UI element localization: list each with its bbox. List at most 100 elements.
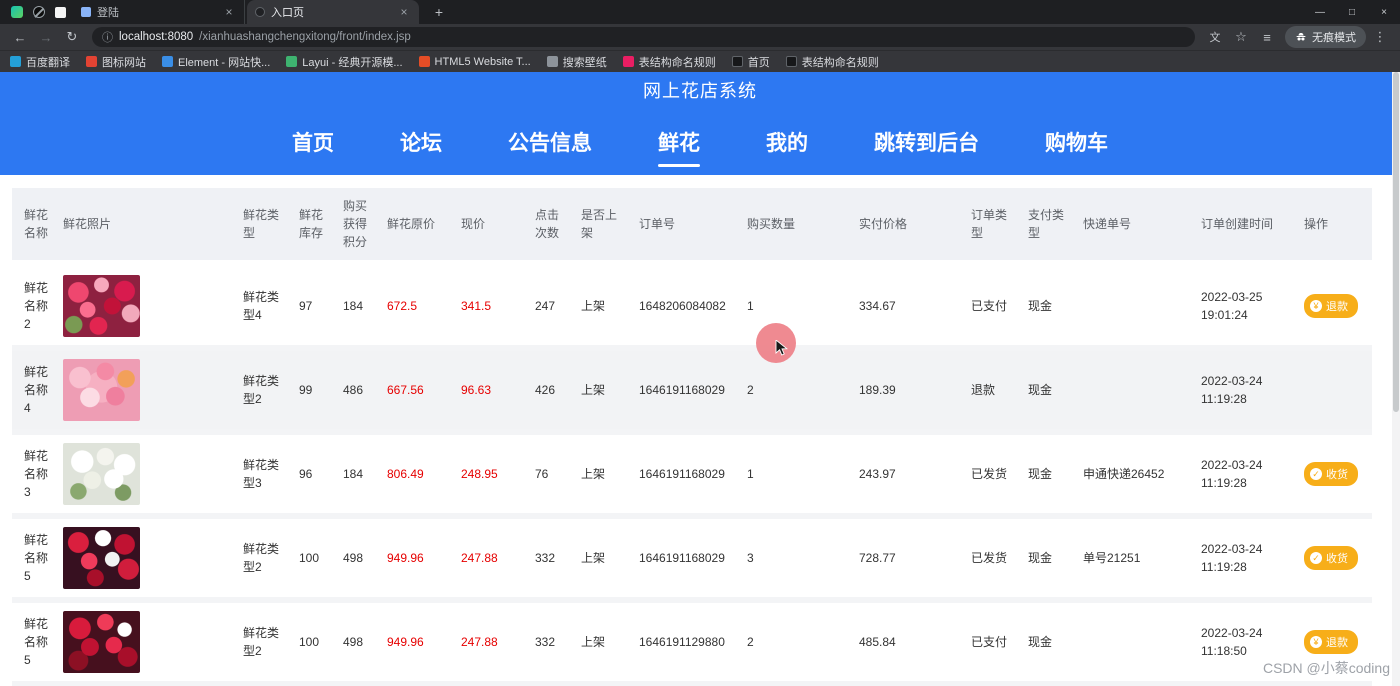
bookmark-favicon (731, 56, 743, 67)
column-header: 快递单号 (1077, 188, 1195, 267)
tab-favicon (81, 7, 91, 17)
bookmark-item[interactable]: 首页 (731, 54, 770, 70)
incognito-badge[interactable]: 无痕模式 (1285, 26, 1366, 48)
flower-photo (63, 611, 140, 673)
bookmark-favicon (286, 56, 298, 67)
flower-photo (63, 359, 140, 421)
type-cell: 鲜花类型2 (237, 600, 293, 686)
receive-button[interactable]: ✓ 收货 (1304, 462, 1358, 486)
nav-mine[interactable]: 我的 (766, 127, 808, 157)
bookmark-label: Element - 网站快... (178, 56, 271, 69)
orders-table-section: 鲜花名称 鲜花照片 鲜花类型 鲜花库存 购买获得积分 鲜花原价 现价 点击次数 … (0, 175, 1400, 686)
reload-button[interactable]: ↻ (60, 29, 84, 45)
bookmark-label: 图标网站 (102, 56, 146, 69)
maximize-button[interactable]: □ (1336, 7, 1368, 18)
nav-announcements[interactable]: 公告信息 (508, 127, 592, 157)
bookmark-item[interactable]: 表结构命名规则 (622, 54, 716, 70)
shelf-cell: 上架 (575, 432, 633, 519)
table-row: 鲜花名称4 鲜花类型2 99 486 667.56 96.63 426 上架 1… (12, 348, 1372, 435)
pinned-tab-icon-2[interactable] (55, 6, 66, 18)
name-cell: 鲜花名称3 (12, 432, 57, 519)
bookmark-label: 表结构命名规则 (638, 56, 716, 69)
order-no-cell: 1646191129880 (633, 600, 741, 686)
incognito-pinned-tab-icon[interactable] (33, 6, 45, 18)
page-scrollbar[interactable] (1392, 72, 1400, 686)
bookmark-item[interactable]: 表结构命名规则 (785, 54, 879, 70)
translate-icon[interactable]: 文 (1203, 29, 1227, 45)
mouse-cursor-indicator (756, 323, 796, 363)
minimize-button[interactable]: — (1304, 7, 1336, 18)
paid-price-cell: 728.77 (853, 516, 965, 603)
photo-cell (57, 600, 237, 686)
bookmark-favicon (418, 56, 430, 67)
quantity-cell: 2 (741, 348, 853, 435)
url-path: /xianhuashangchengxitong/front/index.jsp (199, 31, 411, 43)
tab-close-icon[interactable]: × (397, 5, 411, 19)
clicks-cell: 76 (529, 432, 575, 519)
flower-photo (63, 443, 140, 505)
yen-icon: ¥ (1310, 300, 1322, 312)
table-row: 鲜花名称3 鲜花类型3 96 184 806.49 248.95 76 上架 1… (12, 432, 1372, 519)
nav-cart[interactable]: 购物车 (1045, 127, 1108, 157)
column-header: 鲜花原价 (381, 188, 455, 267)
bookmark-favicon (785, 56, 797, 67)
close-window-button[interactable]: × (1368, 7, 1400, 18)
address-bar[interactable]: ⓘ localhost:8080/xianhuashangchengxitong… (92, 27, 1195, 47)
browser-tab-login[interactable]: 登陆 × (73, 0, 245, 24)
scrollbar-thumb[interactable] (1393, 72, 1399, 412)
tab-close-icon[interactable]: × (222, 5, 236, 19)
incognito-icon (1296, 33, 1306, 41)
nav-home[interactable]: 首页 (292, 127, 334, 157)
bookmark-item[interactable]: Element - 网站快... (162, 54, 270, 70)
order-no-cell: 1646191168029 (633, 432, 741, 519)
created-cell: 2022-03-24 11:19:28 (1195, 432, 1298, 519)
type-cell: 鲜花类型4 (237, 263, 293, 351)
bookmark-item[interactable]: HTML5 Website T... (418, 56, 531, 68)
current-price-cell: 96.63 (455, 348, 529, 435)
pay-type-cell: 现金 (1022, 432, 1077, 519)
button-label: 退款 (1326, 637, 1348, 649)
shelf-cell: 上架 (575, 600, 633, 686)
nav-flowers[interactable]: 鲜花 (658, 127, 700, 157)
column-header: 现价 (455, 188, 529, 267)
new-tab-button[interactable]: + (429, 4, 449, 20)
side-panel-icon[interactable]: ≡ (1255, 30, 1279, 45)
stock-cell: 97 (293, 263, 337, 351)
pinned-tab-icon[interactable] (11, 6, 23, 18)
express-cell (1077, 600, 1195, 686)
bookmark-item[interactable]: 图标网站 (86, 54, 146, 70)
points-cell: 486 (337, 348, 381, 435)
type-cell: 鲜花类型2 (237, 348, 293, 435)
bookmark-favicon (546, 56, 558, 67)
nav-forum[interactable]: 论坛 (400, 127, 442, 157)
button-label: 退款 (1326, 301, 1348, 313)
bookmark-item[interactable]: Layui - 经典开源模... (286, 54, 403, 70)
action-cell: ✓ 收货 (1298, 516, 1372, 603)
bookmark-item[interactable]: 搜索壁纸 (546, 54, 607, 70)
bookmark-item[interactable]: 百度翻译 (10, 54, 70, 70)
more-menu-icon[interactable]: ⋮ (1368, 29, 1392, 45)
bookmark-favicon (10, 56, 21, 67)
column-header: 鲜花名称 (12, 188, 57, 267)
name-cell: 鲜花名称4 (12, 348, 57, 435)
nav-admin-backend[interactable]: 跳转到后台 (874, 127, 979, 157)
order-type-cell: 已支付 (965, 600, 1022, 686)
refund-button[interactable]: ¥ 退款 (1304, 630, 1358, 654)
bookmark-star-icon[interactable]: ☆ (1229, 29, 1253, 45)
pay-type-cell: 现金 (1022, 600, 1077, 686)
column-header: 购买获得积分 (337, 188, 381, 267)
site-info-icon[interactable]: ⓘ (102, 29, 113, 45)
bookmark-label: 搜索壁纸 (562, 56, 607, 69)
back-button[interactable]: ← (8, 30, 32, 45)
bookmark-label: Layui - 经典开源模... (302, 56, 403, 69)
browser-tab-entry[interactable]: 入口页 × (247, 0, 419, 24)
paid-price-cell: 243.97 (853, 432, 965, 519)
bookmark-label: 百度翻译 (26, 56, 70, 69)
forward-button[interactable]: → (34, 30, 58, 45)
browser-window: 登陆 × 入口页 × + — □ × ← → ↻ ⓘ localhost:808… (0, 0, 1400, 686)
yen-icon: ¥ (1310, 636, 1322, 648)
shelf-cell: 上架 (575, 263, 633, 351)
refund-button[interactable]: ¥ 退款 (1304, 294, 1358, 318)
column-header: 实付价格 (853, 188, 965, 267)
receive-button[interactable]: ✓ 收货 (1304, 546, 1358, 570)
